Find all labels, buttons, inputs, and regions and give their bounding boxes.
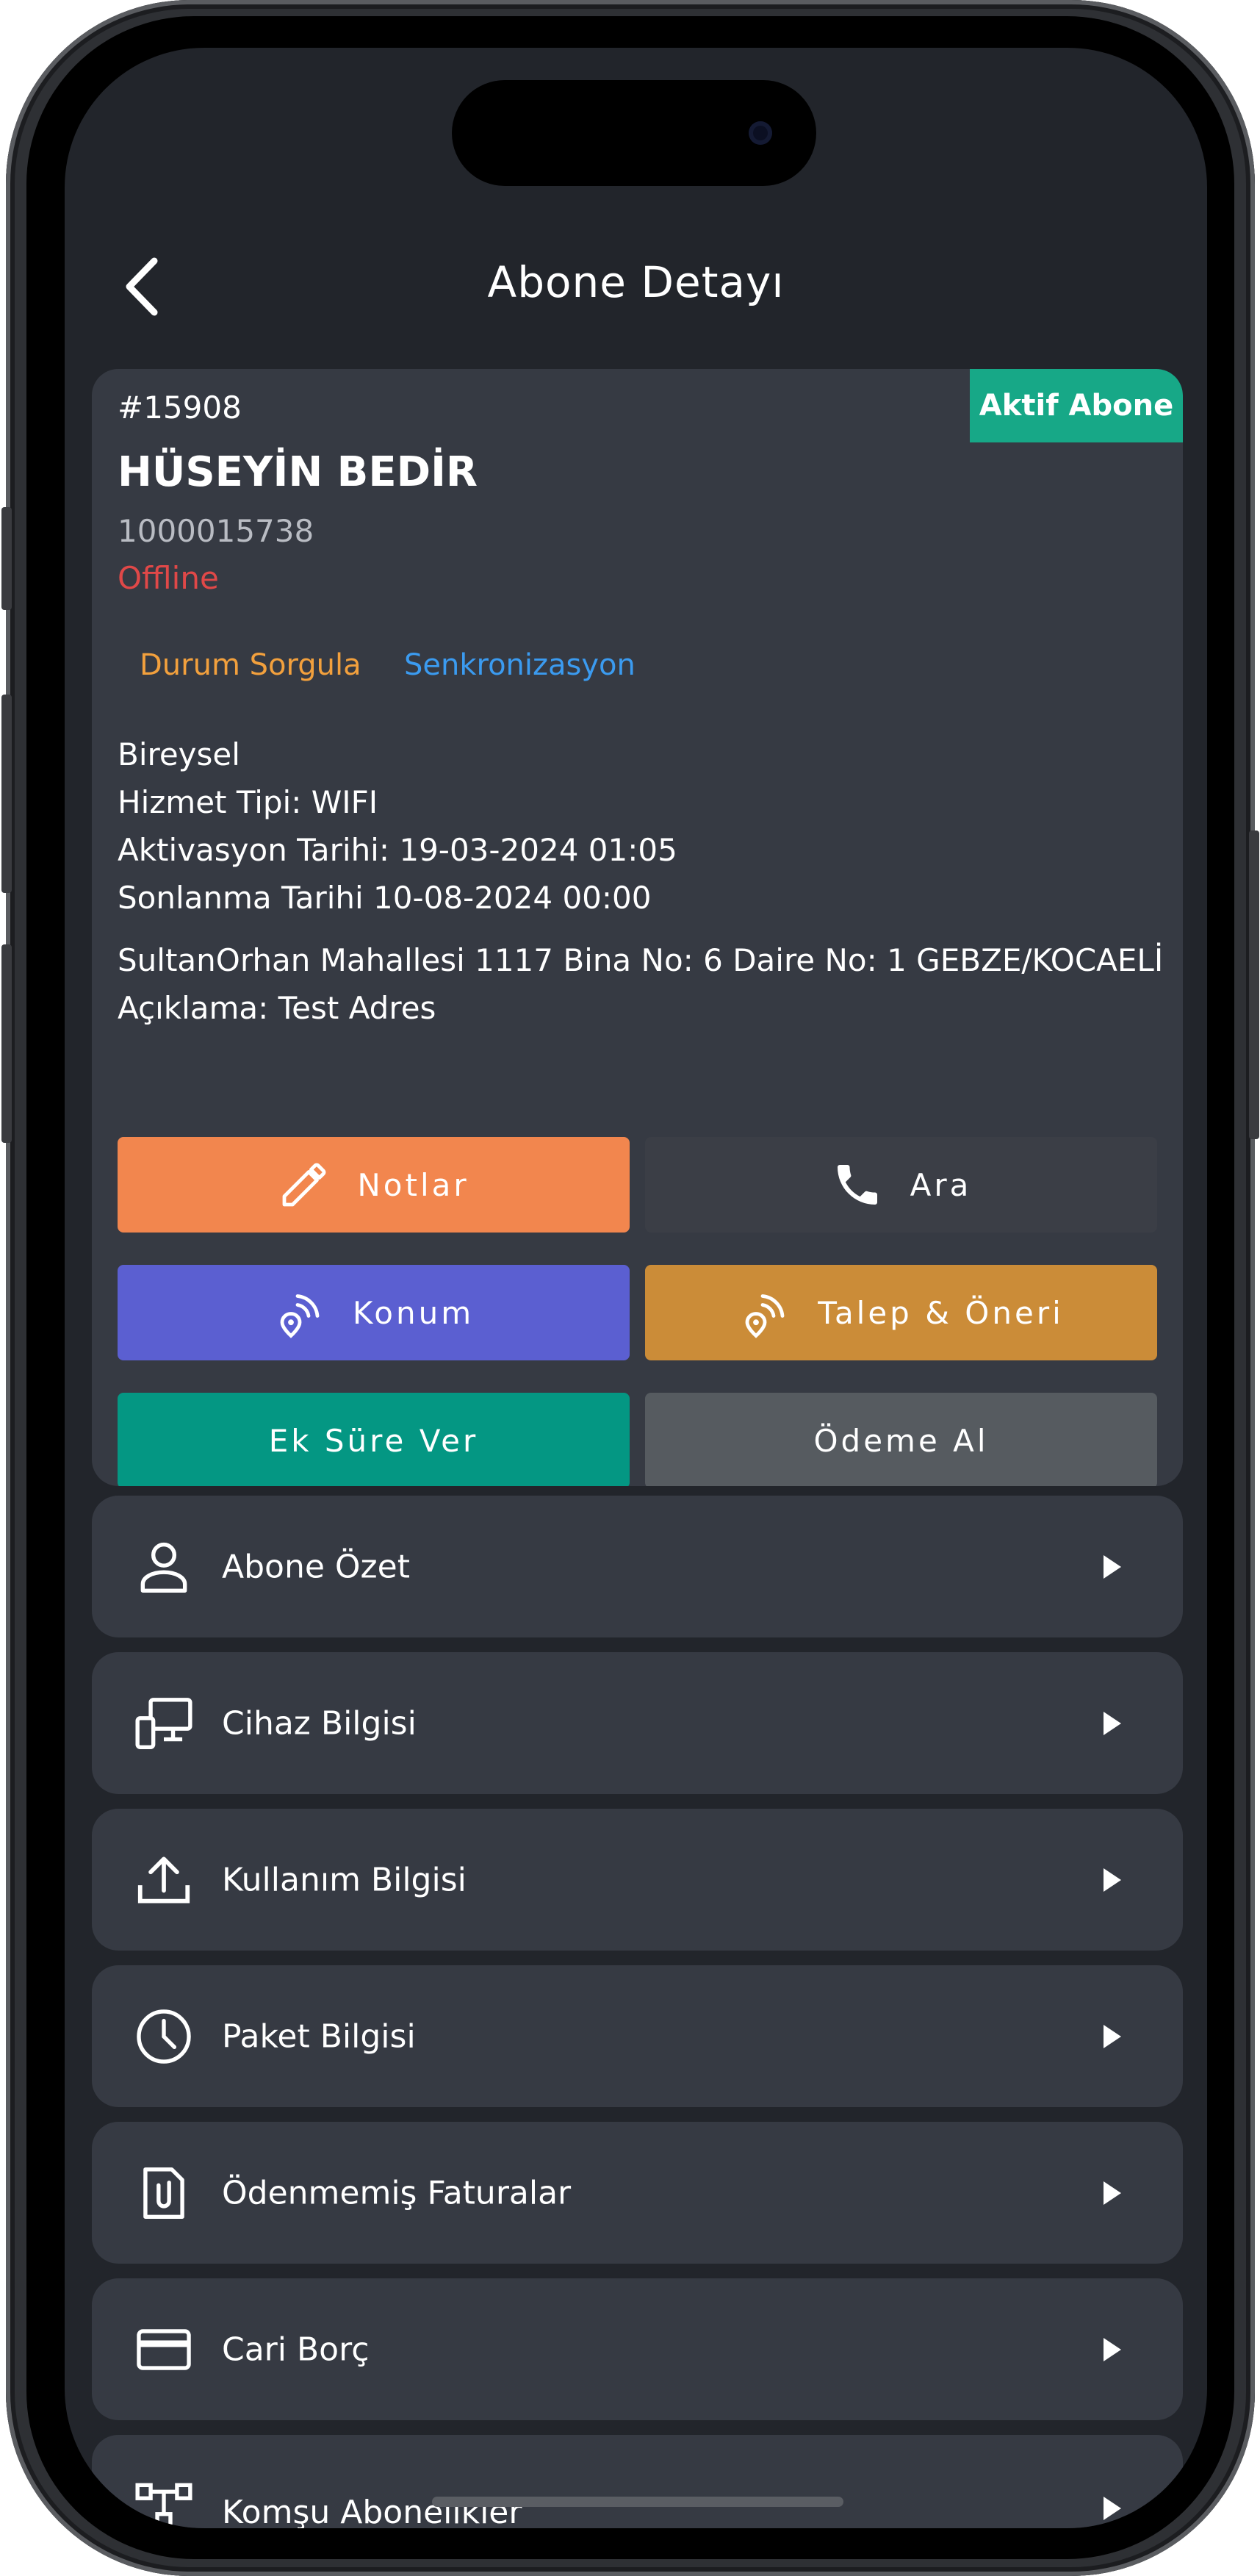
phone-frame: Abone Detayı Aktif Abone #15908 HÜSEYİN … <box>1 0 1259 2576</box>
menu-item-current-debt[interactable]: Cari Borç <box>92 2278 1183 2420</box>
page-title: Abone Detayı <box>487 257 785 307</box>
pencil-icon <box>282 1163 326 1207</box>
power-button <box>1249 830 1259 1139</box>
network-icon <box>135 2483 192 2528</box>
subscriber-id: #15908 <box>118 390 242 426</box>
call-label: Ara <box>910 1166 972 1203</box>
service-type: Hizmet Tipi: WIFI <box>118 784 378 820</box>
credit-card-icon <box>137 2328 191 2370</box>
location-button[interactable]: Konum <box>118 1265 630 1360</box>
connection-status: Offline <box>118 560 219 596</box>
menu-item-label: Paket Bilgisi <box>222 2017 416 2055</box>
menu-item-label: Abone Özet <box>222 1548 410 1585</box>
location-signal-icon <box>280 1294 320 1338</box>
location-label: Konum <box>352 1294 475 1331</box>
description: Açıklama: Test Adres <box>118 990 436 1026</box>
caret-right-icon <box>1104 1711 1121 1735</box>
subscriber-type: Bireysel <box>118 736 240 772</box>
subscriber-number: 1000015738 <box>118 513 314 549</box>
phone-icon <box>837 1165 877 1205</box>
caret-right-icon <box>1104 1868 1121 1892</box>
home-indicator[interactable] <box>432 2497 843 2507</box>
location-signal-icon <box>745 1294 785 1338</box>
caret-right-icon <box>1104 2497 1121 2520</box>
devices-icon <box>135 1697 192 1749</box>
caret-right-icon <box>1104 2337 1121 2361</box>
menu-item-neighbor-subscriptions[interactable]: Komşu Abonelikler <box>92 2435 1183 2528</box>
clock-icon <box>137 2009 191 2064</box>
subscriber-card: Aktif Abone #15908 HÜSEYİN BEDİR 1000015… <box>92 369 1183 1486</box>
take-payment-label: Ödeme Al <box>813 1422 989 1459</box>
request-label: Talep & Öneri <box>818 1294 1064 1331</box>
menu-item-label: Kullanım Bilgisi <box>222 1861 467 1898</box>
extend-time-label: Ek Süre Ver <box>268 1422 479 1459</box>
caret-right-icon <box>1104 2024 1121 2048</box>
subscriber-name: HÜSEYİN BEDİR <box>118 448 478 496</box>
extend-time-button[interactable]: Ek Süre Ver <box>118 1393 630 1486</box>
activation-date: Aktivasyon Tarihi: 19-03-2024 01:05 <box>118 832 677 868</box>
notes-label: Notlar <box>357 1166 469 1203</box>
mute-switch <box>1 507 12 610</box>
menu-item-label: Cari Borç <box>222 2331 370 2368</box>
caret-right-icon <box>1104 2181 1121 2205</box>
document-icon <box>143 2167 184 2219</box>
menu-item-unpaid-invoices[interactable]: Ödenmemiş Faturalar <box>92 2122 1183 2264</box>
menu-item-package-info[interactable]: Paket Bilgisi <box>92 1965 1183 2107</box>
status-query-link[interactable]: Durum Sorgula <box>140 648 361 682</box>
menu-item-label: Cihaz Bilgisi <box>222 1704 417 1742</box>
call-button[interactable]: Ara <box>645 1137 1157 1233</box>
menu-item-subscriber-summary[interactable]: Abone Özet <box>92 1496 1183 1637</box>
person-icon <box>140 1542 187 1593</box>
request-button[interactable]: Talep & Öneri <box>645 1265 1157 1360</box>
screen: Abone Detayı Aktif Abone #15908 HÜSEYİN … <box>65 48 1207 2528</box>
upload-icon <box>137 1856 190 1904</box>
menu-item-device-info[interactable]: Cihaz Bilgisi <box>92 1652 1183 1794</box>
volume-down-button <box>1 944 12 1143</box>
expiry-date: Sonlanma Tarihi 10-08-2024 00:00 <box>118 880 652 916</box>
notes-button[interactable]: Notlar <box>118 1137 630 1233</box>
address: SultanOrhan Mahallesi 1117 Bina No: 6 Da… <box>118 942 1164 978</box>
caret-right-icon <box>1104 1554 1121 1579</box>
volume-up-button <box>1 695 12 893</box>
camera-icon <box>749 121 772 145</box>
sync-link[interactable]: Senkronizasyon <box>404 648 636 682</box>
dynamic-island <box>452 80 816 186</box>
menu-item-usage-info[interactable]: Kullanım Bilgisi <box>92 1809 1183 1951</box>
take-payment-button[interactable]: Ödeme Al <box>645 1393 1157 1486</box>
status-badge: Aktif Abone <box>970 369 1183 442</box>
menu-item-label: Ödenmemiş Faturalar <box>222 2174 572 2211</box>
